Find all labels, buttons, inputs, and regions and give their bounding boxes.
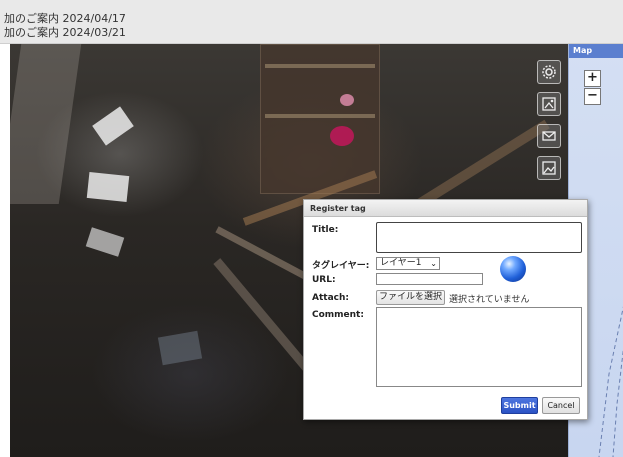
submit-button[interactable]: Submit — [501, 397, 538, 414]
scene-shelf-board — [265, 114, 375, 118]
file-status-text: 選択されていません — [449, 295, 530, 305]
viewer-toolbar — [537, 60, 563, 188]
tag-layer-label: タグレイヤー: — [312, 261, 370, 271]
comment-label: Comment: — [312, 310, 364, 320]
scene-flower — [330, 126, 354, 146]
announcement-bar: 加のご案内 2024/04/17 加のご案内 2024/03/21 — [0, 0, 623, 44]
register-tag-dialog: Register tag Title: タグレイヤー: レイヤー1 ⌄ URL:… — [303, 199, 588, 420]
settings-cog-icon[interactable] — [537, 60, 561, 84]
url-label: URL: — [312, 275, 336, 285]
scene-shelf-board — [265, 64, 375, 68]
title-label: Title: — [312, 225, 339, 235]
cancel-button[interactable]: Cancel — [542, 397, 580, 414]
mail-icon[interactable] — [537, 124, 561, 148]
photo-edit-icon[interactable] — [537, 92, 561, 116]
title-input[interactable] — [376, 222, 582, 253]
announcement-link[interactable]: 加のご案内 2024/03/21 — [4, 24, 126, 40]
tag-layer-selected-value: レイヤー1 — [380, 258, 422, 268]
url-input[interactable] — [376, 273, 483, 285]
image-icon[interactable] — [537, 156, 561, 180]
scene-debris — [157, 330, 203, 366]
scene-wall — [10, 44, 82, 204]
scene-paper — [85, 227, 125, 257]
comment-textarea[interactable] — [376, 307, 582, 387]
scene-paper — [86, 171, 130, 203]
globe-icon[interactable] — [500, 256, 526, 282]
scene-flower — [340, 94, 354, 106]
map-zoom-out-button[interactable]: − — [584, 88, 601, 105]
tag-layer-select[interactable]: レイヤー1 ⌄ — [376, 257, 440, 270]
dialog-title: Register tag — [304, 200, 587, 217]
scene-paper — [92, 106, 134, 146]
attach-label: Attach: — [312, 293, 349, 303]
chevron-down-icon: ⌄ — [430, 259, 437, 268]
choose-file-button[interactable]: ファイルを選択 — [376, 290, 445, 305]
map-zoom-in-button[interactable]: + — [584, 70, 601, 87]
